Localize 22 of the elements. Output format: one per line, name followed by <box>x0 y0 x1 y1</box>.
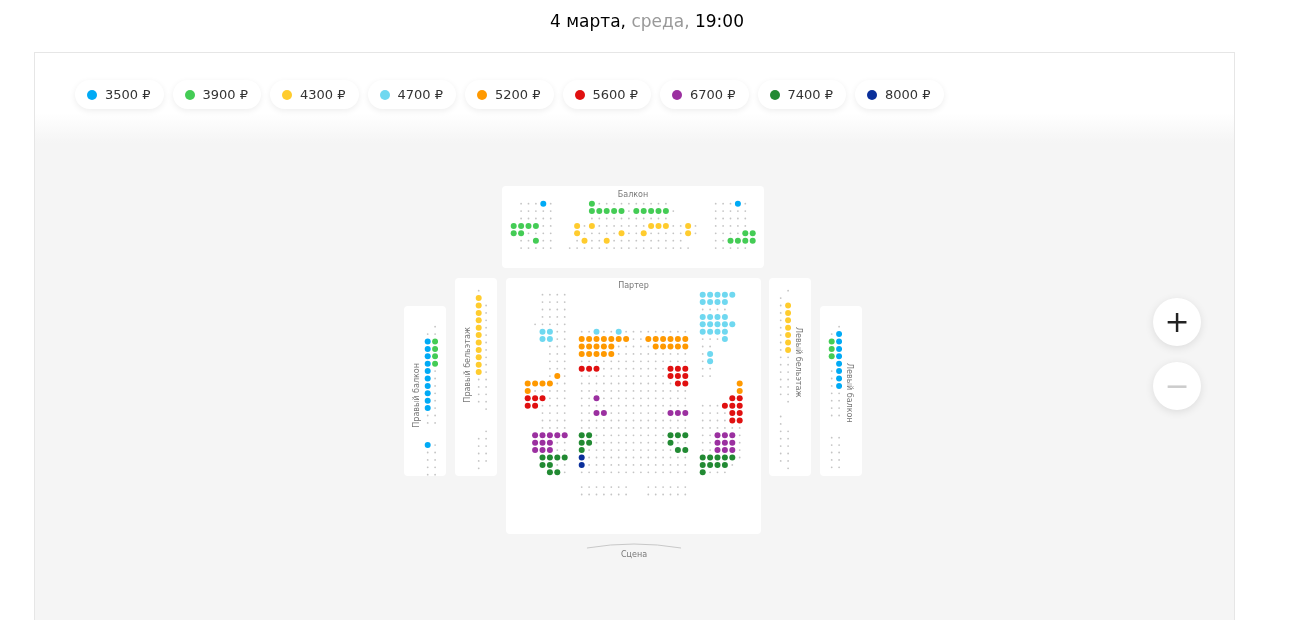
section-title: Правый балкон <box>411 363 421 428</box>
section-title: Левый балкон <box>845 363 855 423</box>
price-filter[interactable]: 5200 ₽ <box>465 80 554 109</box>
seat-block-drawing[interactable] <box>699 291 744 476</box>
section-title: Балкон <box>616 190 650 199</box>
price-filter[interactable]: 3500 ₽ <box>75 80 164 109</box>
section-title: Партер <box>617 281 650 290</box>
stage-label: Сцена <box>619 550 649 559</box>
section-title: Левый бельэтаж <box>794 327 804 398</box>
section-title: Правый бельэтаж <box>462 327 472 403</box>
price-filter[interactable]: 5600 ₽ <box>562 80 651 109</box>
seat-block-drawing[interactable] <box>827 323 843 471</box>
seat-block-drawing[interactable] <box>523 291 568 476</box>
price-filter[interactable]: 6700 ₽ <box>660 80 749 109</box>
price-filter[interactable]: 7400 ₽ <box>757 80 846 109</box>
price-filter[interactable]: 8000 ₽ <box>855 80 944 109</box>
zoom-in-button[interactable]: + <box>1153 298 1201 346</box>
price-filter[interactable]: 4700 ₽ <box>367 80 456 109</box>
price-filter[interactable]: 3900 ₽ <box>172 80 261 109</box>
event-date: 4 марта, среда, 19:00 <box>549 10 745 33</box>
price-filter[interactable]: 4300 ₽ <box>270 80 359 109</box>
seat-block-drawing[interactable] <box>423 323 439 479</box>
